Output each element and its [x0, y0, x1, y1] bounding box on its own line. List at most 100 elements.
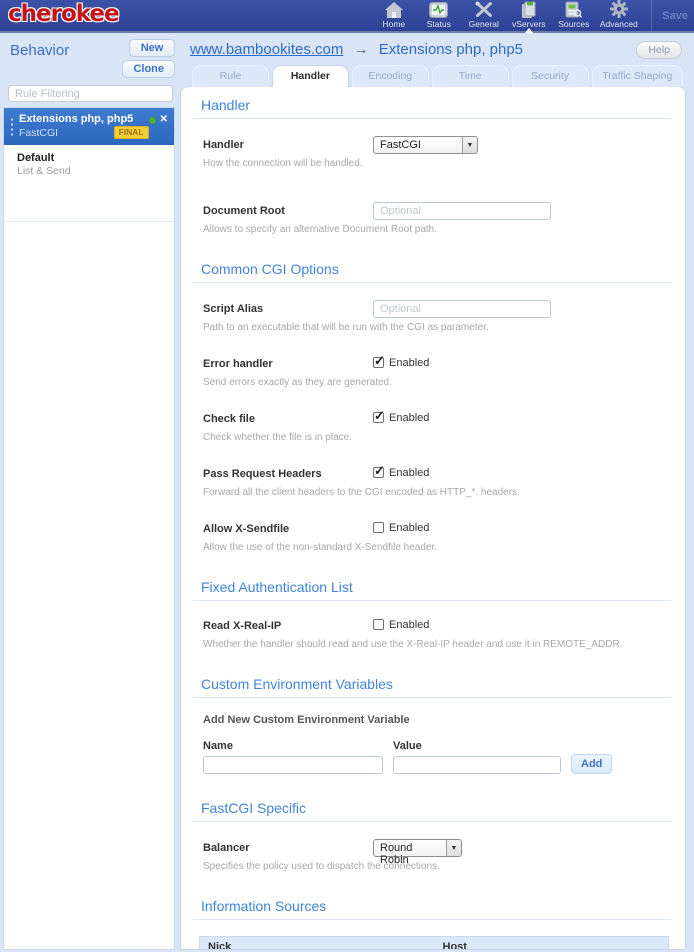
rule-item-default[interactable]: Default List & Send: [4, 145, 174, 183]
save-area: Save: [651, 0, 688, 31]
field-label: Error handler: [203, 358, 373, 370]
top-bar: cherokee Home Status General: [0, 0, 694, 33]
new-rule-button[interactable]: New: [129, 39, 175, 57]
sidebar: Behavior New Clone Extensions php, php5 …: [3, 33, 175, 950]
script-alias-input[interactable]: [373, 300, 551, 318]
tab-encoding[interactable]: Encoding: [352, 65, 429, 87]
field-label: Read X-Real-IP: [203, 620, 373, 632]
env-value-input[interactable]: [393, 756, 561, 774]
checkbox-label: Enabled: [389, 467, 429, 479]
section-title-common-cgi: Common CGI Options: [201, 261, 671, 277]
rule-name: Extensions php, php5: [19, 113, 149, 125]
field-script-alias: Script Alias Path to an executable that …: [203, 299, 671, 333]
field-description: Allows to specify an alternative Documen…: [203, 224, 671, 235]
column-header-host: Host: [435, 937, 669, 951]
vservers-icon: [520, 1, 537, 18]
section-divider: [193, 282, 671, 283]
section-divider: [193, 919, 671, 920]
handler-select[interactable]: FastCGI: [373, 136, 478, 154]
checkbox-label: Enabled: [389, 412, 429, 424]
help-button[interactable]: Help: [636, 41, 682, 59]
add-env-button[interactable]: Add: [571, 754, 612, 774]
field-error-handler: Error handler Enabled Send errors exactl…: [203, 355, 671, 388]
tab-traffic-shaping[interactable]: Traffic Shaping: [592, 65, 684, 87]
section-divider: [193, 600, 671, 601]
checkbox-label: Enabled: [389, 619, 429, 631]
sidebar-title: Behavior: [10, 39, 69, 78]
checkbox-label: Enabled: [389, 357, 429, 369]
field-description: How the connection will be handled.: [203, 158, 671, 169]
rule-handler-label: List & Send: [17, 165, 71, 177]
error-handler-checkbox[interactable]: [373, 357, 384, 368]
pass-request-headers-checkbox[interactable]: [373, 467, 384, 478]
field-label: Pass Request Headers: [203, 468, 373, 480]
rule-enabled-dot-icon[interactable]: [149, 117, 156, 124]
sidebar-actions: New Clone: [122, 39, 175, 78]
sources-icon: [565, 1, 582, 18]
section-title-custom-env: Custom Environment Variables: [201, 676, 671, 692]
close-icon[interactable]: [160, 115, 168, 125]
nav-item-home[interactable]: Home: [371, 0, 416, 31]
field-label: Document Root: [203, 205, 373, 217]
rule-item-icons: [149, 113, 168, 125]
gear-icon: [610, 1, 628, 18]
nav-item-sources[interactable]: Sources: [551, 0, 596, 31]
breadcrumb-rule: Extensions php, php5: [379, 41, 523, 58]
rule-handler-label: FastCGI: [19, 127, 58, 139]
final-badge: FINAL: [114, 126, 149, 139]
main-nav: Home Status General vServers: [371, 0, 641, 31]
breadcrumb: www.bambookites.com → Extensions php, ph…: [190, 41, 523, 58]
field-description: Forward all the client headers to the CG…: [203, 487, 671, 498]
read-x-real-ip-checkbox[interactable]: [373, 619, 384, 630]
field-balancer: Balancer Round Robin Specifies the polic…: [203, 838, 671, 872]
rule-filter-input[interactable]: [8, 85, 173, 102]
cherokee-admin-page: cherokee Home Status General: [0, 0, 694, 950]
check-file-checkbox[interactable]: [373, 412, 384, 423]
tab-rule[interactable]: Rule: [192, 65, 269, 87]
document-root-input[interactable]: [373, 202, 551, 220]
rule-name: Default: [17, 152, 168, 164]
tab-bar: Rule Handler Encoding Time Security Traf…: [180, 65, 686, 87]
home-icon: [385, 1, 403, 18]
env-name-input[interactable]: [203, 756, 383, 774]
content-header: www.bambookites.com → Extensions php, ph…: [180, 33, 686, 65]
nav-item-general[interactable]: General: [461, 0, 506, 31]
tab-security[interactable]: Security: [512, 65, 589, 87]
table-header-row: Nick Host: [200, 937, 669, 951]
section-divider: [193, 821, 671, 822]
tab-time[interactable]: Time: [432, 65, 509, 87]
section-divider: [193, 697, 671, 698]
breadcrumb-vserver-link[interactable]: www.bambookites.com: [190, 41, 343, 58]
nav-item-vservers[interactable]: vServers: [506, 0, 551, 31]
tab-handler[interactable]: Handler: [272, 65, 349, 87]
add-env-row: Name Value Add: [203, 740, 671, 774]
nav-item-status[interactable]: Status: [416, 0, 461, 31]
section-title-handler: Handler: [201, 97, 671, 113]
field-label: Script Alias: [203, 303, 373, 315]
balancer-select[interactable]: Round Robin: [373, 839, 462, 857]
cherokee-logo[interactable]: cherokee: [8, 3, 119, 28]
field-pass-request-headers: Pass Request Headers Enabled Forward all…: [203, 465, 671, 498]
rule-item-body: Extensions php, php5 FastCGI FINAL: [19, 113, 149, 139]
field-description: Path to an executable that will be run w…: [203, 322, 671, 333]
env-name-label: Name: [203, 740, 383, 752]
rule-list: Extensions php, php5 FastCGI FINAL Defau…: [3, 107, 175, 950]
field-label: Allow X-Sendfile: [203, 523, 373, 535]
sidebar-header: Behavior New Clone: [3, 33, 175, 82]
field-label: Check file: [203, 413, 373, 425]
nav-item-advanced[interactable]: Advanced: [596, 0, 641, 31]
field-description: Specifies the policy used to dispatch th…: [203, 861, 671, 872]
tools-icon: [475, 1, 493, 18]
rule-list-divider: [4, 221, 174, 222]
save-button[interactable]: Save: [662, 10, 688, 22]
rule-item-extensions-php[interactable]: Extensions php, php5 FastCGI FINAL: [4, 108, 174, 145]
content-area: www.bambookites.com → Extensions php, ph…: [180, 33, 686, 950]
drag-handle-icon[interactable]: [10, 117, 14, 137]
section-divider: [193, 118, 671, 119]
env-value-label: Value: [393, 740, 561, 752]
column-header-nick: Nick: [200, 937, 435, 951]
allow-x-sendfile-checkbox[interactable]: [373, 522, 384, 533]
clone-rule-button[interactable]: Clone: [122, 60, 175, 78]
field-label: Balancer: [203, 842, 373, 854]
status-icon: [429, 1, 448, 18]
